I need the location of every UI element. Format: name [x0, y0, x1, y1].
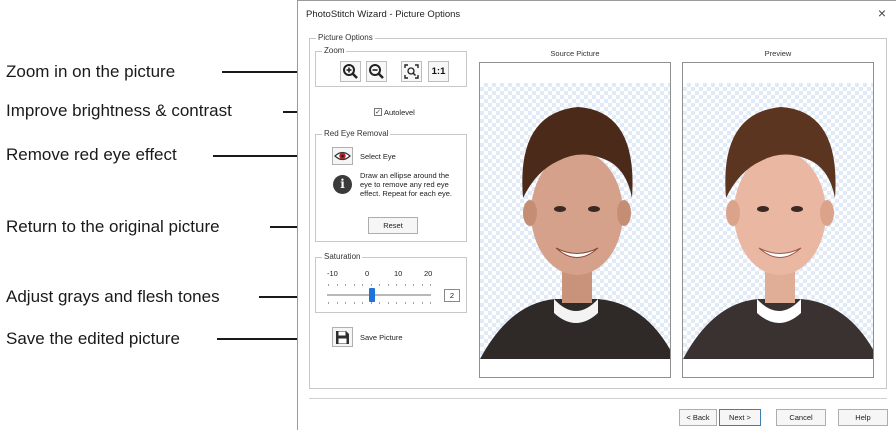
slider-tick-mark: [362, 302, 363, 304]
help-button[interactable]: Help: [838, 409, 888, 426]
close-icon[interactable]: ×: [874, 5, 890, 21]
select-eye-label: Select Eye: [360, 152, 396, 161]
dialog-title: PhotoStitch Wizard - Picture Options: [306, 9, 461, 20]
zoom-out-icon: [369, 64, 384, 79]
slider-tick-mark: [396, 284, 397, 286]
source-picture-frame[interactable]: [479, 62, 671, 378]
cancel-button[interactable]: Cancel: [776, 409, 826, 426]
autolevel-label: Autolevel: [384, 108, 415, 117]
source-portrait-image: [480, 107, 670, 359]
slider-tick-mark: [387, 302, 389, 304]
picture-options-dialog: PhotoStitch Wizard - Picture Options × P…: [297, 0, 896, 430]
save-icon: [336, 330, 349, 344]
source-picture-label: Source Picture: [550, 49, 600, 58]
slider-tick-mark: [413, 284, 414, 286]
slider-tick-mark: [370, 302, 372, 304]
slider-tick-mark: [387, 284, 389, 286]
callout-zoom: Zoom in on the picture: [6, 62, 176, 81]
saturation-tick-20: 20: [424, 269, 433, 278]
title-bar: PhotoStitch Wizard - Picture Options ×: [298, 1, 896, 29]
saturation-slider-thumb[interactable]: [369, 288, 375, 302]
info-icon: i: [333, 175, 352, 194]
picture-options-label: Picture Options: [316, 32, 375, 44]
saturation-tick-0: 0: [365, 269, 370, 278]
slider-tick-mark: [404, 302, 406, 304]
autolevel-checkbox[interactable]: ✓: [374, 108, 382, 116]
zoom-label: Zoom: [322, 45, 347, 57]
preview-label: Preview: [764, 49, 792, 58]
callout-red-eye: Remove red eye effect: [6, 145, 177, 164]
callout-reset: Return to the original picture: [6, 217, 220, 236]
slider-tick-mark: [379, 284, 380, 286]
slider-tick-mark: [345, 284, 346, 286]
red-eye-label: Red Eye Removal: [322, 128, 391, 140]
slider-tick-mark: [370, 284, 372, 286]
callout-brightness: Improve brightness & contrast: [6, 101, 232, 120]
zoom-in-icon: [343, 64, 358, 79]
saturation-tick--10: -10: [327, 269, 338, 278]
save-picture-button[interactable]: [332, 327, 353, 347]
preview-portrait-image: [683, 107, 873, 359]
saturation-label: Saturation: [322, 251, 363, 263]
callout-save: Save the edited picture: [6, 329, 180, 348]
slider-tick-mark: [353, 302, 355, 304]
reset-button[interactable]: Reset: [368, 217, 418, 234]
slider-tick-mark: [328, 302, 329, 304]
slider-tick-mark: [430, 284, 431, 286]
callout-saturation: Adjust grays and flesh tones: [6, 287, 220, 306]
actual-size-label: 1:1: [431, 66, 446, 77]
actual-size-button[interactable]: 1:1: [428, 61, 449, 82]
slider-tick-mark: [430, 302, 431, 304]
slider-tick-mark: [336, 302, 338, 304]
slider-tick-mark: [379, 302, 380, 304]
preview-frame[interactable]: [682, 62, 874, 378]
fit-to-window-icon: [404, 64, 419, 79]
slider-tick-mark: [404, 284, 406, 286]
slider-tick-mark: [413, 302, 414, 304]
slider-tick-mark: [396, 302, 397, 304]
info-text-line-3: effect. Repeat for each eye.: [360, 189, 453, 198]
select-eye-button[interactable]: [332, 147, 353, 165]
saturation-value-field[interactable]: 2: [444, 289, 460, 302]
slider-tick-mark: [353, 284, 355, 286]
slider-tick-mark: [362, 284, 363, 286]
eye-icon: [334, 151, 351, 161]
back-button[interactable]: < Back: [679, 409, 717, 426]
slider-tick-mark: [336, 284, 338, 286]
slider-tick-mark: [328, 284, 329, 286]
slider-tick-mark: [345, 302, 346, 304]
fit-to-window-button[interactable]: [401, 61, 422, 82]
zoom-out-button[interactable]: [366, 61, 387, 82]
saturation-tick-10: 10: [394, 269, 403, 278]
saturation-group: Saturation: [315, 251, 467, 313]
slider-tick-mark: [421, 284, 423, 286]
slider-tick-mark: [421, 302, 423, 304]
zoom-in-button[interactable]: [340, 61, 361, 82]
saturation-slider-track[interactable]: [327, 294, 431, 296]
next-button[interactable]: Next >: [719, 409, 761, 426]
footer-divider: [309, 398, 887, 399]
save-picture-label: Save Picture: [360, 333, 403, 342]
